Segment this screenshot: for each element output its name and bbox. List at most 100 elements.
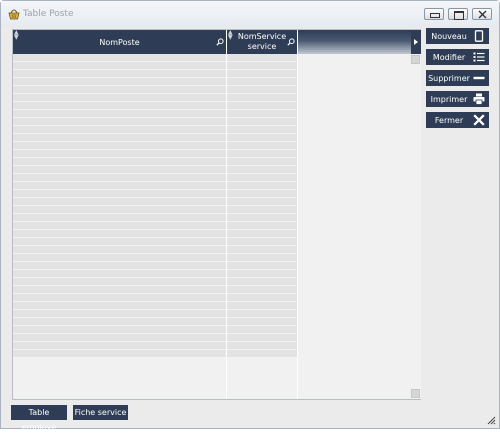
table-row[interactable] [13, 110, 226, 118]
table-row[interactable] [227, 142, 297, 150]
table-row[interactable] [227, 270, 297, 278]
delete-button[interactable]: Supprimer [426, 70, 489, 86]
table-row[interactable] [13, 62, 226, 70]
table-row[interactable] [13, 54, 226, 62]
service-sheet-button[interactable]: Fiche service [73, 405, 128, 420]
table-row[interactable] [13, 142, 226, 150]
table-row[interactable] [227, 214, 297, 222]
table-row[interactable] [13, 78, 226, 86]
table-row[interactable] [227, 238, 297, 246]
print-button[interactable]: Imprimer [426, 91, 489, 107]
table-row[interactable] [13, 334, 226, 342]
table-row[interactable] [227, 102, 297, 110]
table-row[interactable] [227, 198, 297, 206]
minimize-button[interactable] [424, 8, 444, 20]
table-row[interactable] [227, 278, 297, 286]
table-row[interactable] [13, 150, 226, 158]
table-row[interactable] [13, 182, 226, 190]
table-row[interactable] [227, 326, 297, 334]
table-row[interactable] [13, 214, 226, 222]
column-body-nomservice[interactable] [227, 54, 297, 399]
table-row[interactable] [227, 182, 297, 190]
table-row[interactable] [13, 94, 226, 102]
table-row[interactable] [13, 302, 226, 310]
title-bar[interactable]: Table Poste [1, 1, 499, 27]
table-row[interactable] [227, 118, 297, 126]
table-row[interactable] [13, 174, 226, 182]
table-row[interactable] [227, 78, 297, 86]
column-header-nomservice[interactable]: ▲ ▼ NomService service [227, 30, 297, 54]
edit-button[interactable]: Modifier [426, 49, 489, 65]
scroll-up-button[interactable] [411, 55, 420, 64]
table-row[interactable] [227, 286, 297, 294]
table-row[interactable] [13, 246, 226, 254]
table-row[interactable] [227, 150, 297, 158]
table-row[interactable] [13, 222, 226, 230]
vertical-scrollbar[interactable] [410, 54, 421, 399]
table-row[interactable] [227, 310, 297, 318]
table-row[interactable] [13, 230, 226, 238]
table-row[interactable] [227, 206, 297, 214]
table-row[interactable] [13, 206, 226, 214]
table-row[interactable] [227, 70, 297, 78]
table-row[interactable] [13, 70, 226, 78]
table-row[interactable] [13, 238, 226, 246]
table-row[interactable] [13, 166, 226, 174]
table-row[interactable] [13, 262, 226, 270]
scroll-down-button[interactable] [411, 389, 420, 398]
table-row[interactable] [227, 262, 297, 270]
table-row[interactable] [227, 166, 297, 174]
table-row[interactable] [227, 62, 297, 70]
maximize-button[interactable] [448, 8, 468, 20]
table-row[interactable] [227, 246, 297, 254]
table-row[interactable] [13, 134, 226, 142]
table-row[interactable] [227, 222, 297, 230]
table-row[interactable] [227, 318, 297, 326]
table-row[interactable] [13, 294, 226, 302]
table-row[interactable] [13, 158, 226, 166]
table-row[interactable] [13, 118, 226, 126]
table-row[interactable] [13, 86, 226, 94]
table-row[interactable] [227, 158, 297, 166]
table-row[interactable] [227, 94, 297, 102]
search-icon[interactable] [287, 38, 295, 46]
table-row[interactable] [227, 350, 297, 358]
table-row[interactable] [227, 302, 297, 310]
table-row[interactable] [227, 86, 297, 94]
scroll-right-button[interactable] [411, 30, 421, 54]
new-button[interactable]: Nouveau [426, 28, 489, 44]
table-row[interactable] [227, 294, 297, 302]
close-button[interactable]: Fermer [426, 112, 489, 128]
search-icon[interactable] [216, 38, 224, 46]
employee-table-button[interactable]: Table employe [11, 405, 67, 432]
column-header-nomposte[interactable]: ▲ ▼ NomPoste [13, 30, 226, 54]
close-window-button[interactable] [472, 8, 492, 20]
table-row[interactable] [227, 134, 297, 142]
table-row[interactable] [13, 190, 226, 198]
table-row[interactable] [13, 270, 226, 278]
column-body-nomposte[interactable] [13, 54, 226, 399]
table-row[interactable] [13, 350, 226, 358]
poste-table[interactable]: ▲ ▼ NomPoste ▲ ▼ NomService service [12, 29, 421, 400]
table-row[interactable] [13, 318, 226, 326]
table-row[interactable] [227, 54, 297, 62]
table-row[interactable] [227, 110, 297, 118]
table-row[interactable] [13, 198, 226, 206]
table-row[interactable] [13, 342, 226, 350]
table-row[interactable] [13, 278, 226, 286]
table-row[interactable] [13, 310, 226, 318]
table-row[interactable] [13, 126, 226, 134]
table-row[interactable] [227, 254, 297, 262]
resize-grip-icon[interactable] [486, 415, 496, 425]
table-row[interactable] [13, 286, 226, 294]
table-row[interactable] [13, 254, 226, 262]
table-row[interactable] [227, 174, 297, 182]
table-row[interactable] [227, 190, 297, 198]
table-row[interactable] [13, 102, 226, 110]
table-row[interactable] [227, 126, 297, 134]
minus-icon [473, 76, 485, 80]
table-row[interactable] [227, 230, 297, 238]
table-row[interactable] [13, 326, 226, 334]
table-row[interactable] [227, 342, 297, 350]
table-row[interactable] [227, 334, 297, 342]
